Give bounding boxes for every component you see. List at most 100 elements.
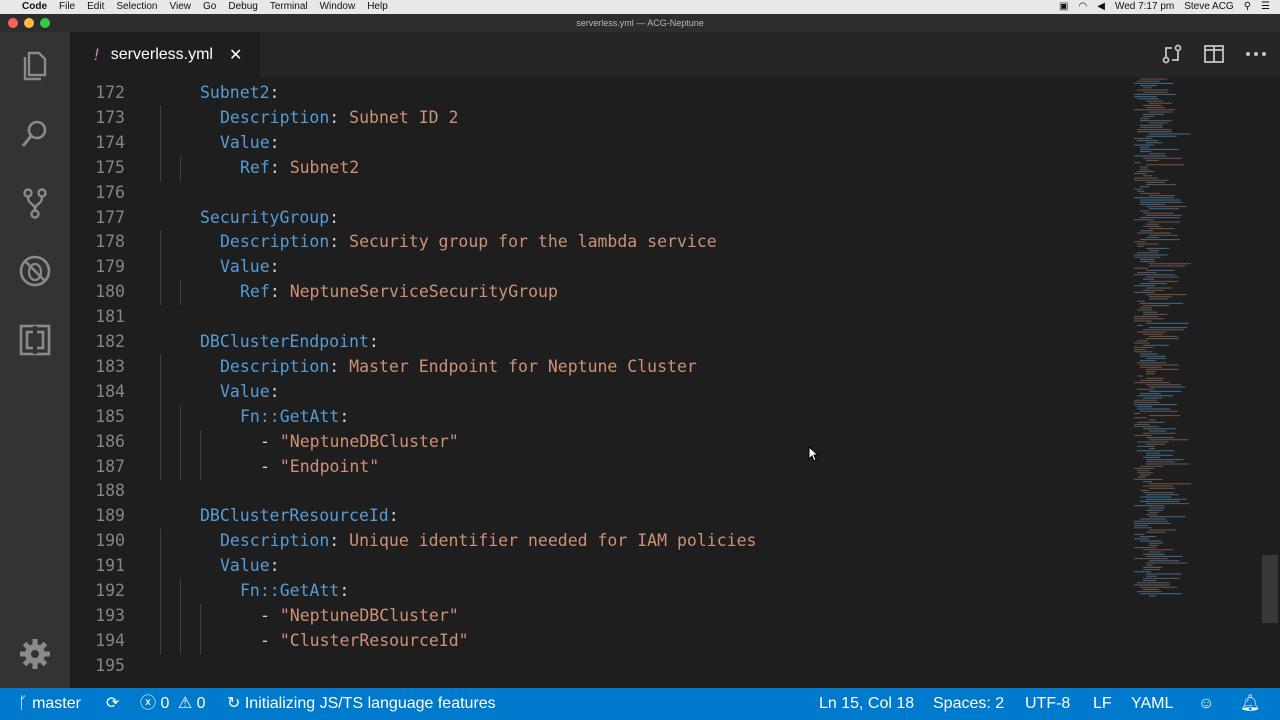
feedback-smiley-icon[interactable]: ☺	[1198, 688, 1214, 720]
yaml-colon: :	[269, 257, 280, 277]
gear-icon[interactable]	[17, 636, 53, 672]
indent-guide	[180, 603, 181, 629]
close-window-button[interactable]	[8, 18, 18, 28]
indent-guide	[160, 130, 161, 156]
yaml-value: Security group for the lambda service	[349, 232, 717, 252]
line-number: 173	[95, 107, 125, 127]
yaml-value: Subnet2	[289, 157, 360, 177]
branch-indicator[interactable]: ᚴ master	[18, 688, 81, 720]
code-editor[interactable]: 172 Subnet2: 173 Description: Subnet ID 2 17…	[70, 77, 1280, 688]
line-number: 193	[95, 605, 125, 625]
scrollbar-thumb[interactable]	[1262, 555, 1278, 623]
wifi-icon[interactable]: ◠	[1079, 0, 1088, 14]
line-number: 175	[95, 157, 125, 177]
more-actions-icon[interactable]	[1244, 42, 1268, 66]
volume-icon[interactable]: ◀	[1097, 0, 1105, 14]
indent-guide	[160, 628, 161, 654]
menu-list-icon[interactable]: ☰	[1261, 0, 1270, 14]
language-task-status[interactable]: ↻ Initializing JS/TS language features	[227, 688, 496, 720]
menu-file[interactable]: File	[59, 0, 75, 14]
clock[interactable]: Wed 7:17 pm	[1115, 0, 1174, 14]
git-branch-icon: ᚴ	[18, 695, 28, 712]
yaml-colon: :	[388, 506, 399, 526]
menu-terminal[interactable]: Terminal	[270, 0, 308, 14]
yaml-colon: :	[269, 83, 280, 102]
yaml-value: "ClusterResourceId"	[279, 630, 469, 650]
yaml-value: NeptuneServiceSecurityGroup	[289, 282, 558, 302]
indent-guide	[180, 429, 181, 455]
yaml-key: Subnet2	[200, 83, 270, 102]
indent-guide	[160, 529, 161, 555]
vertical-scrollbar[interactable]	[1260, 77, 1280, 688]
menu-debug[interactable]: Debug	[228, 0, 257, 14]
yaml-colon: :	[269, 381, 280, 401]
line-number: 183	[95, 356, 125, 376]
indent-guide	[180, 155, 181, 181]
line-number: 185	[95, 406, 125, 426]
line-number: 178	[95, 232, 125, 252]
line-number: 192	[95, 581, 125, 600]
indentation[interactable]: Spaces: 2	[933, 688, 1004, 720]
yaml-colon: :	[329, 531, 350, 551]
yaml-colon: :	[368, 332, 379, 351]
line-number: 174	[95, 132, 125, 152]
debug-icon[interactable]	[17, 253, 53, 289]
user-name[interactable]: Steve ACG	[1184, 0, 1233, 14]
extensions-icon[interactable]	[17, 322, 53, 358]
line-content: Value:	[220, 131, 280, 155]
yaml-key: Description	[220, 107, 330, 127]
menu-view[interactable]: View	[170, 0, 192, 14]
menu-edit[interactable]: Edit	[87, 0, 104, 14]
close-icon[interactable]: ✕	[229, 45, 242, 65]
encoding[interactable]: UTF-8	[1025, 688, 1070, 720]
line-number: 190	[95, 531, 125, 551]
indent-guide	[160, 404, 161, 430]
source-control-icon[interactable]	[17, 185, 53, 221]
line-content: Ref: Subnet2	[240, 156, 359, 180]
line-number: 189	[95, 506, 125, 526]
line-content: - "NeptuneDBCluster"	[260, 430, 459, 454]
split-editor-icon[interactable]	[1202, 42, 1226, 66]
zoom-window-button[interactable]	[40, 18, 50, 28]
yaml-value: "NeptuneDBCluster"	[279, 605, 459, 625]
spotlight-search-icon[interactable]: ⚲	[1244, 0, 1251, 14]
indent-guide	[160, 230, 161, 256]
language-mode[interactable]: YAML	[1131, 688, 1173, 720]
indent-guide	[180, 454, 181, 480]
menu-go[interactable]: Go	[203, 0, 216, 14]
line-number: 194	[95, 630, 125, 650]
yaml-key: DBClusterResourceId	[200, 506, 389, 526]
indent-guide	[180, 404, 181, 430]
yaml-key: Fn::GetAtt	[240, 581, 340, 600]
line-content: Subnet2:	[200, 81, 279, 105]
end-of-line[interactable]: LF	[1093, 688, 1112, 720]
cursor-position[interactable]: Ln 15, Col 18	[819, 688, 914, 720]
open-changes-icon[interactable]	[1160, 42, 1184, 66]
indent-guide	[160, 603, 161, 629]
menu-selection[interactable]: Selection	[116, 0, 157, 14]
menu-help[interactable]: Help	[367, 0, 388, 14]
search-icon[interactable]	[17, 116, 53, 152]
problems-indicator[interactable]: ⓧ 0 ⚠ 0	[140, 688, 206, 720]
list-dash: -	[260, 605, 280, 625]
yaml-key: Value	[220, 132, 270, 152]
tab-serverless-yml[interactable]: ! serverless.yml ✕	[70, 32, 260, 77]
sync-icon[interactable]: ⟳	[106, 688, 119, 720]
line-content: DBClusterEndpoint:	[200, 330, 379, 354]
menu-app-name[interactable]: Code	[22, 0, 47, 14]
notifications-bell-icon[interactable]: 🔔︎	[1240, 688, 1260, 720]
yaml-value: Unique identifier needed for IAM policie…	[349, 531, 757, 551]
menu-window[interactable]: Window	[320, 0, 356, 14]
indent-guide	[200, 454, 201, 480]
window-title-bar: serverless.yml — ACG-Neptune	[0, 14, 1280, 32]
indent-guide	[160, 454, 161, 480]
modified-indicator: !	[94, 44, 99, 64]
line-number: 195	[95, 655, 125, 675]
display-icon[interactable]: ▣	[1059, 0, 1068, 14]
list-dash: -	[260, 431, 280, 451]
line-content: Description: Subnet ID 2	[220, 106, 458, 130]
minimize-window-button[interactable]	[24, 18, 34, 28]
minimap[interactable]	[1130, 77, 1260, 688]
explorer-icon[interactable]	[17, 47, 53, 83]
yaml-key: DBClusterEndpoint	[200, 332, 369, 351]
